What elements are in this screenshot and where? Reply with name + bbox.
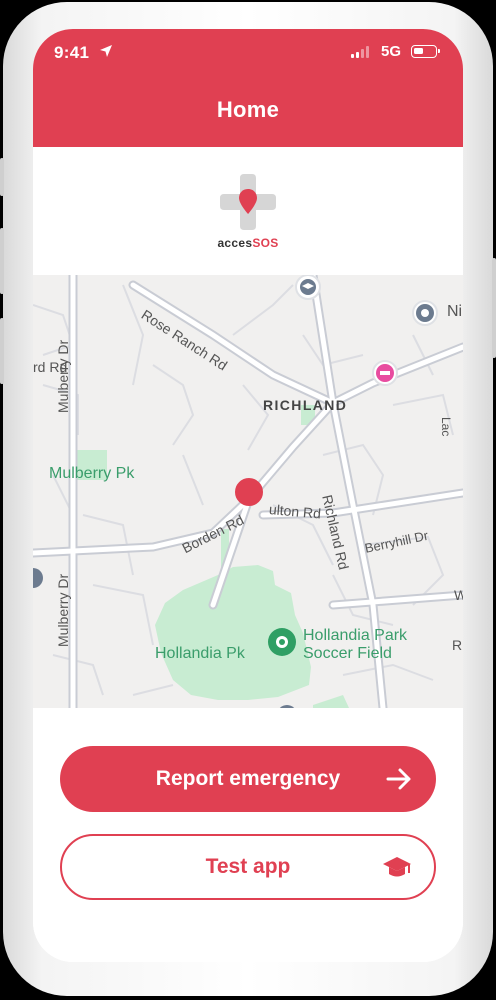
map-label-place: Hollandia Park: [303, 627, 408, 644]
report-emergency-button[interactable]: Report emergency: [60, 746, 436, 812]
test-app-label: Test app: [205, 855, 291, 878]
page-title: Home: [216, 97, 280, 122]
map-label-place: Ni: [447, 303, 463, 320]
app-screen: 9:41 5G Home accesSOS Rose Ranch Rd RICH…: [33, 29, 463, 962]
school-icon: [295, 275, 321, 300]
logo-text-accent: SOS: [252, 236, 279, 250]
logo-text: accesSOS: [33, 236, 463, 250]
map-label-park: Hollandia Pk: [155, 645, 245, 662]
map-label-street: rd Rd: [33, 359, 68, 375]
map-label-street: Lac: [439, 417, 453, 437]
phone-side-button: [0, 158, 4, 196]
arrow-right-icon: [386, 768, 411, 790]
report-emergency-label: Report emergency: [155, 767, 341, 790]
test-app-button[interactable]: Test app: [60, 834, 436, 900]
map-label-street: Mulberry Dr: [55, 573, 71, 647]
signal-icon: [351, 46, 369, 58]
logo-area: accesSOS: [33, 147, 463, 275]
current-location-marker[interactable]: [235, 478, 263, 506]
phone-side-button: [0, 228, 4, 294]
map-label-area: RICHLAND: [263, 397, 348, 413]
battery-icon: [411, 45, 440, 58]
map-label-street: R: [452, 637, 463, 653]
map-label-park: Mulberry Pk: [49, 465, 135, 482]
park-area: [313, 695, 349, 708]
accessos-logo-icon: [220, 174, 276, 230]
phone-side-button: [492, 258, 496, 358]
graduation-cap-icon: [383, 857, 411, 877]
map-label-place: Soccer Field: [303, 645, 392, 662]
place-marker-icon: [412, 300, 438, 326]
map-view[interactable]: Rose Ranch Rd RICHLAND Mulberry Dr Mulbe…: [33, 275, 463, 708]
park-marker-icon: [268, 628, 296, 656]
network-type: 5G: [381, 43, 402, 60]
map-label-street: Mulberry Dr: [55, 339, 71, 413]
status-time: 9:41: [54, 43, 90, 62]
app-header: 9:41 5G Home: [33, 29, 463, 147]
map-label-street: W: [454, 587, 463, 603]
action-buttons: Report emergency Test app: [33, 708, 463, 962]
logo-text-prefix: acces: [217, 236, 253, 250]
hotel-icon: [372, 360, 398, 386]
location-arrow-icon: [100, 45, 112, 57]
phone-side-button: [0, 318, 4, 384]
